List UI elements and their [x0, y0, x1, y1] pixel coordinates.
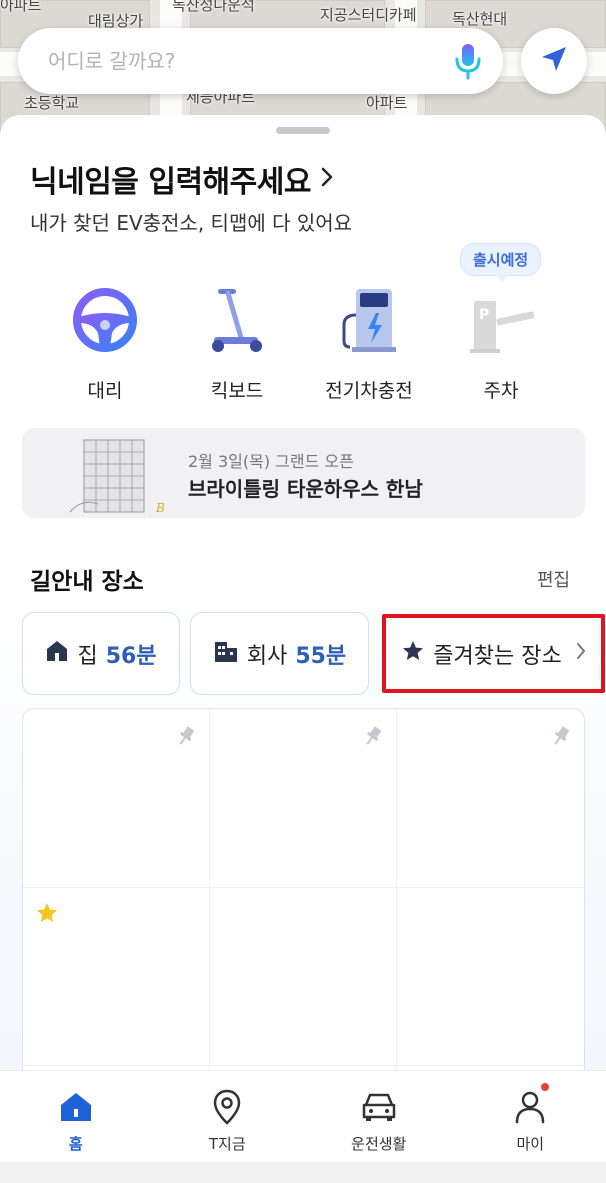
map-label: 지공스터디카페 — [320, 6, 417, 24]
favorite-places-grid — [22, 708, 585, 1108]
coming-soon-badge: 출시예정 — [460, 243, 542, 282]
favorite-star-icon[interactable] — [35, 901, 59, 925]
service-label: 대리 — [87, 380, 123, 402]
service-kickboard[interactable]: 킥보드 — [172, 280, 302, 403]
nickname-prompt[interactable]: 닉네임을 입력해주세요 — [30, 157, 333, 201]
tab-label: 운전생활 — [351, 1135, 407, 1153]
parking-gate-icon: P — [461, 280, 541, 360]
profile-subtitle: 내가 찾던 EV충전소, 티맵에 다 있어요 — [30, 211, 353, 235]
tab-tnow[interactable]: T지금 — [152, 1071, 304, 1162]
map-label: 아파트 — [0, 0, 42, 14]
work-shortcut-button[interactable]: 회사 55분 — [190, 612, 369, 695]
car-icon — [359, 1087, 399, 1127]
service-ev-charging[interactable]: 전기차충전 — [304, 280, 434, 403]
tab-home[interactable]: 홈 — [0, 1071, 152, 1162]
tab-label: T지금 — [208, 1135, 246, 1153]
pin-icon[interactable] — [363, 725, 383, 747]
service-label: 주차 — [483, 380, 519, 402]
kickboard-icon — [197, 280, 277, 360]
tab-driving-life[interactable]: 운전생활 — [303, 1071, 455, 1162]
tab-my[interactable]: 마이 — [455, 1071, 606, 1162]
chevron-right-icon — [321, 166, 333, 192]
home-shortcut-button[interactable]: 집 56분 — [22, 612, 180, 695]
navigation-arrow-icon — [539, 44, 569, 78]
home-sheet: 닉네임을 입력해주세요 내가 찾던 EV충전소, 티맵에 다 있어요 대리 킥보… — [0, 115, 606, 1183]
microphone-icon[interactable] — [451, 41, 485, 81]
star-icon — [401, 639, 425, 669]
favorite-places-button[interactable]: 즐겨찾는 장소 — [382, 614, 605, 693]
office-building-icon — [213, 638, 239, 670]
edit-button[interactable]: 편집 — [537, 566, 570, 592]
system-bar-area — [0, 1162, 606, 1183]
service-designated-driver[interactable]: 대리 — [40, 280, 170, 403]
search-input[interactable] — [48, 49, 451, 73]
map-label: 아파트 — [366, 94, 408, 112]
location-pin-icon — [207, 1087, 247, 1127]
home-eta: 56분 — [105, 643, 157, 669]
steering-wheel-icon — [65, 280, 145, 360]
search-bar[interactable] — [18, 28, 503, 94]
tab-label: 마이 — [516, 1135, 545, 1153]
home-icon — [45, 639, 69, 669]
service-label: 전기차충전 — [325, 380, 413, 402]
ev-charger-icon — [329, 280, 409, 360]
map-label: 독산현대 — [452, 10, 508, 28]
nickname-prompt-text: 닉네임을 입력해주세요 — [30, 165, 311, 200]
current-location-button[interactable] — [521, 28, 587, 94]
banner-title: 브라이틀링 타운하우스 한남 — [188, 477, 423, 501]
tab-label: 홈 — [68, 1135, 83, 1153]
map-label: 초등학교 — [24, 94, 80, 112]
pin-icon[interactable] — [176, 725, 196, 747]
chevron-right-icon — [576, 641, 586, 667]
work-eta: 55분 — [295, 643, 347, 669]
favorite-places-label: 즐겨찾는 장소 — [433, 643, 562, 669]
person-icon — [510, 1087, 550, 1127]
banner-date: 2월 3일(목) 그랜드 오픈 — [188, 452, 354, 471]
work-label: 회사 — [246, 643, 288, 669]
notification-dot — [540, 1083, 549, 1091]
bottom-navigation: 홈 T지금 운전생활 마이 — [0, 1070, 606, 1162]
svg-text:B: B — [155, 501, 165, 515]
service-label: 킥보드 — [210, 380, 264, 402]
map-label: 독산성나운석 — [172, 0, 255, 14]
service-parking[interactable]: P 주차 — [436, 280, 566, 403]
home-label: 집 — [77, 643, 98, 669]
sheet-drag-handle[interactable] — [276, 127, 330, 134]
svg-text:P: P — [479, 307, 489, 323]
route-places-title: 길안내 장소 — [30, 569, 144, 595]
building-illustration: B — [62, 432, 182, 516]
pin-icon[interactable] — [551, 725, 571, 747]
home-icon — [56, 1087, 96, 1127]
promo-banner[interactable]: B 2월 3일(목) 그랜드 오픈 브라이틀링 타운하우스 한남 — [22, 428, 585, 518]
